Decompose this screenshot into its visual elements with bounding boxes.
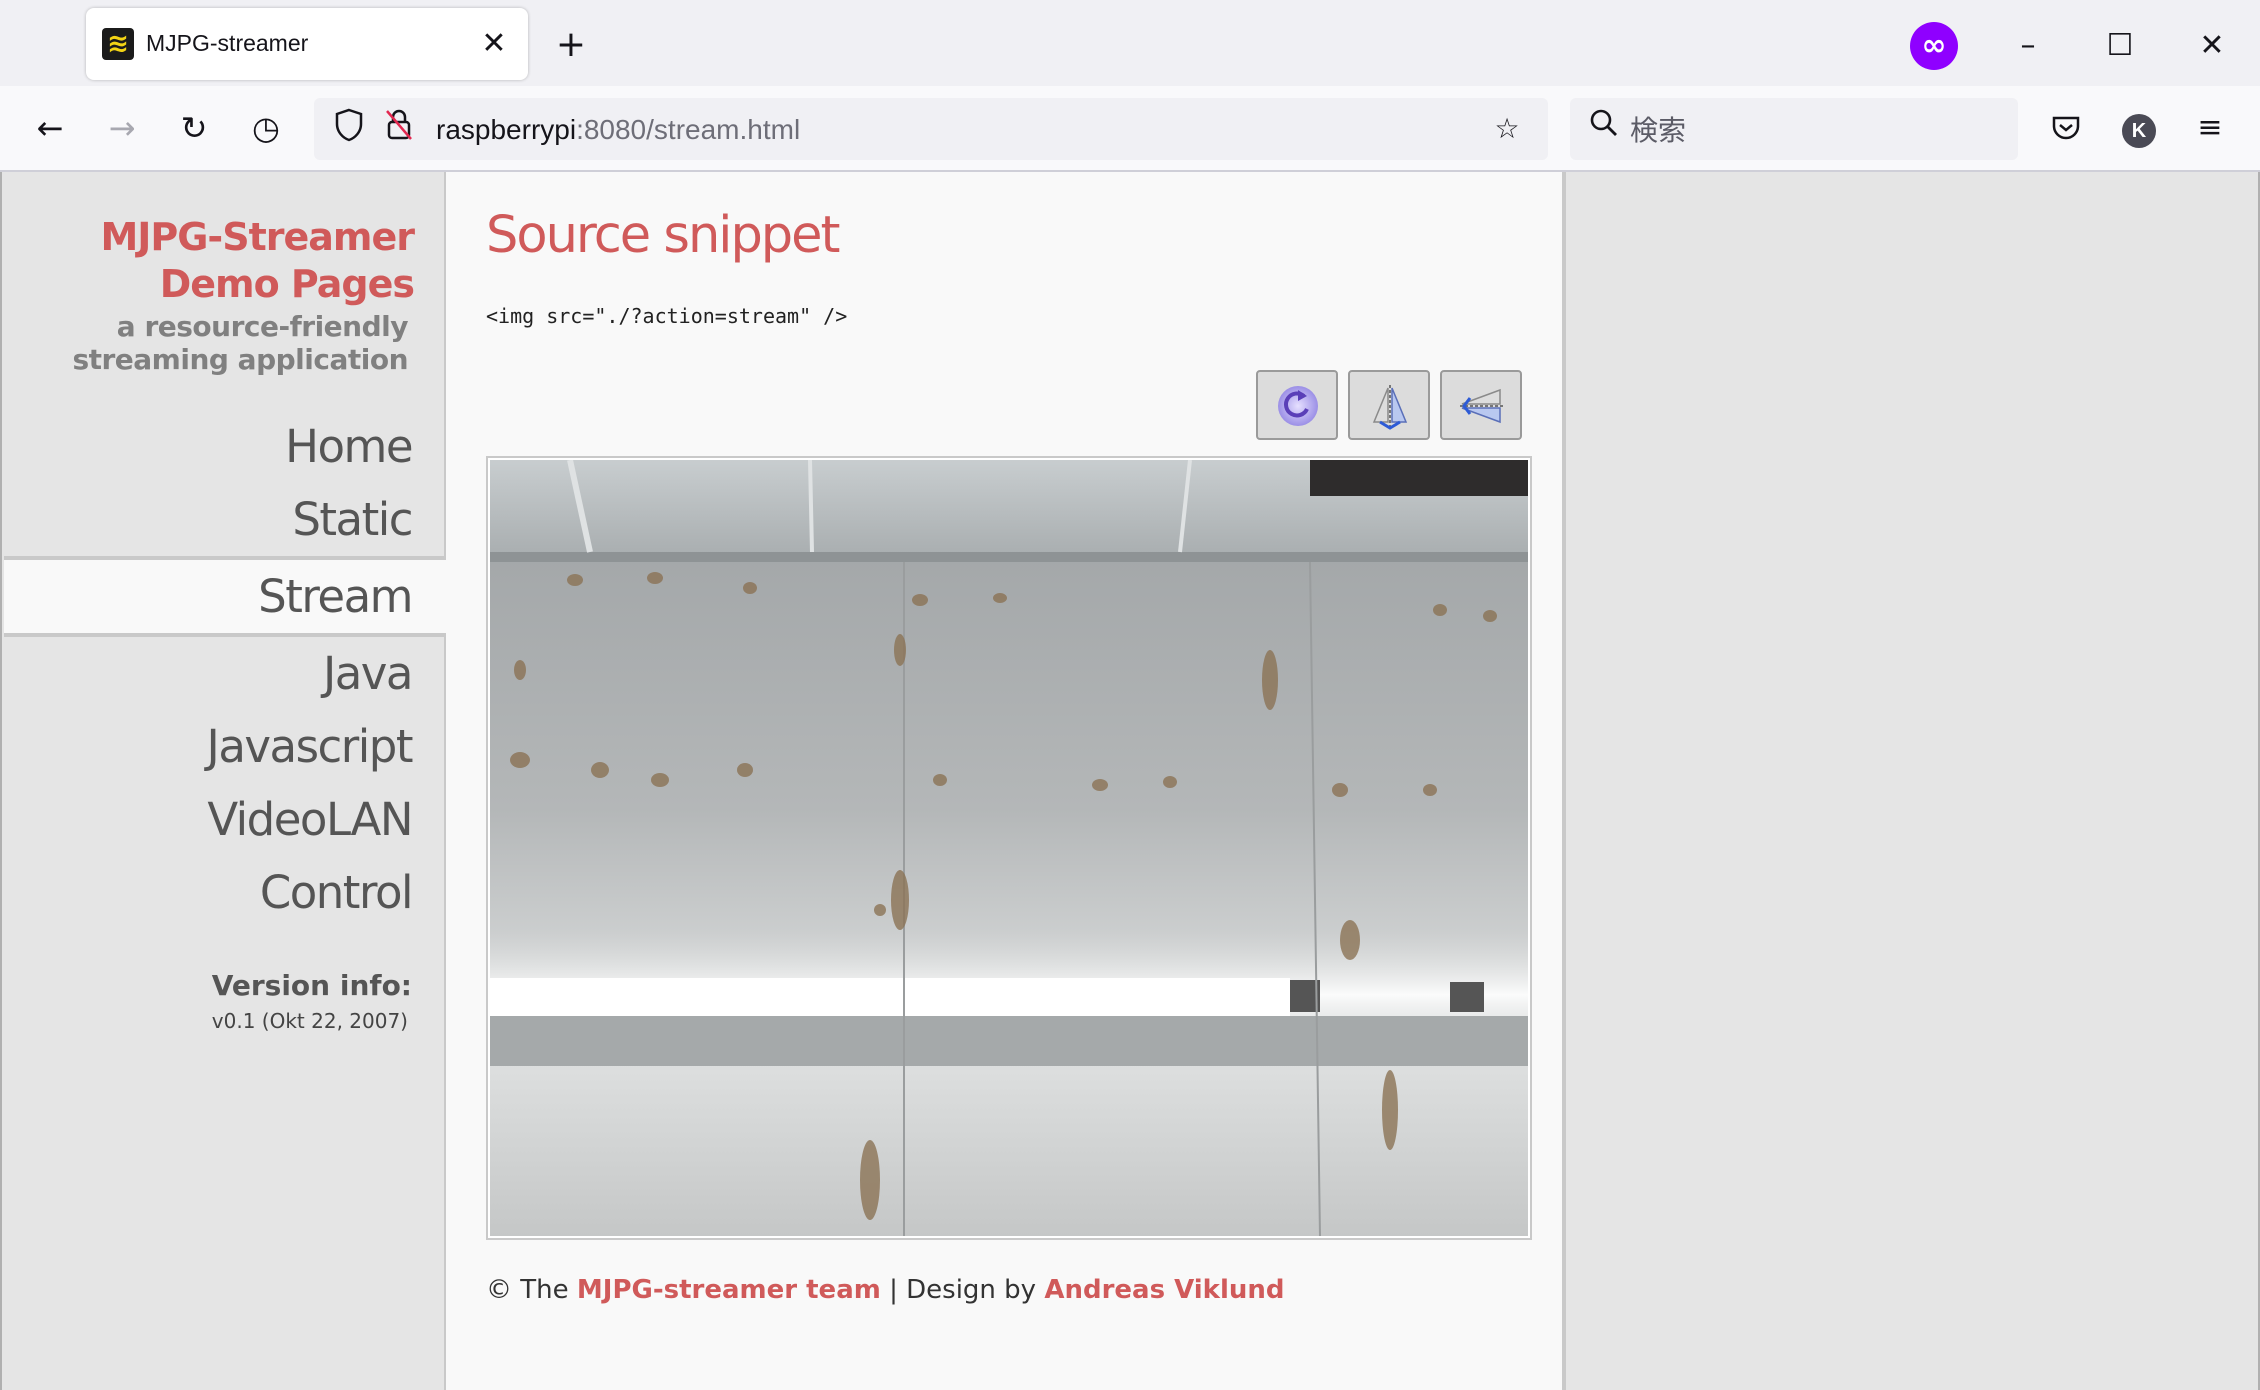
version-heading: Version info: [211, 969, 412, 1002]
url-text[interactable]: raspberrypi:8080/stream.html [436, 114, 800, 146]
flip-horizontal-icon [1460, 388, 1504, 424]
browser-tab[interactable]: ≋ MJPG-streamer ✕ [86, 8, 528, 80]
footer-prefix: © The [486, 1275, 577, 1305]
video-stream [486, 456, 1532, 1240]
hamburger-menu-icon: ≡ [2197, 110, 2223, 145]
account-avatar[interactable]: K [2122, 114, 2156, 148]
history-button[interactable]: ◷ [240, 102, 292, 154]
search-icon [1584, 108, 1624, 150]
back-arrow-icon: ← [36, 109, 64, 147]
mjpg-favicon-icon: ≋ [102, 28, 134, 60]
new-tab-button[interactable]: + [548, 22, 594, 68]
footer: © The MJPG-streamer team | Design by And… [486, 1272, 1285, 1308]
stream-image [490, 459, 1528, 1237]
url-path: :8080/stream.html [576, 114, 801, 145]
page-viewport: MJPG-Streamer Demo Pages a resource-frie… [0, 172, 2260, 1390]
sidebar: MJPG-Streamer Demo Pages a resource-frie… [4, 172, 448, 1390]
sidebar-menu: Home Static Stream Java Javascript Video… [4, 410, 448, 929]
minimize-button[interactable]: – [1998, 16, 2058, 76]
close-icon[interactable]: ✕ [472, 22, 516, 66]
navigation-toolbar: ← → ↻ ◷ raspberrypi:8080/stream.html ☆ ≡ [0, 86, 2260, 172]
window-close-button[interactable]: ✕ [2182, 16, 2242, 76]
clock-icon: ◷ [252, 109, 280, 147]
address-bar[interactable]: raspberrypi:8080/stream.html ☆ [314, 98, 1548, 160]
private-browsing-icon: ∞ [1910, 22, 1958, 70]
search-bar[interactable] [1570, 98, 2018, 160]
url-host: raspberrypi [436, 114, 577, 145]
back-button[interactable]: ← [24, 102, 76, 154]
tab-strip: ≋ MJPG-streamer ✕ + ∞ – ☐ ✕ [0, 0, 2260, 86]
search-input[interactable] [1628, 108, 2002, 152]
team-link[interactable]: MJPG-streamer team [577, 1275, 881, 1305]
footer-middle: | Design by [880, 1275, 1045, 1305]
sidebar-item-control[interactable]: Control [4, 856, 444, 929]
tagline-line2: streaming application [72, 343, 408, 376]
brand: MJPG-Streamer Demo Pages a resource-frie… [72, 214, 415, 376]
flip-horizontal-button[interactable] [1440, 370, 1522, 440]
sidebar-item-videolan[interactable]: VideoLAN [4, 783, 444, 856]
flip-vertical-button[interactable] [1348, 370, 1430, 440]
designer-link[interactable]: Andreas Viklund [1044, 1275, 1284, 1305]
sidebar-item-static[interactable]: Static [4, 483, 444, 556]
reload-icon: ↻ [180, 109, 208, 147]
shield-icon[interactable] [328, 108, 370, 150]
rotate-button[interactable] [1256, 370, 1338, 440]
pocket-icon [2052, 116, 2080, 140]
app-menu-button[interactable]: ≡ [2184, 102, 2236, 154]
page-title: Source snippet [486, 206, 841, 265]
insecure-lock-icon[interactable] [378, 108, 420, 150]
flip-vertical-icon [1372, 385, 1408, 430]
pocket-button[interactable] [2040, 102, 2092, 154]
rotate-icon [1278, 386, 1318, 426]
version-text: v0.1 (Okt 22, 2007) [211, 1009, 408, 1033]
plus-icon: + [555, 24, 587, 65]
sidebar-item-home[interactable]: Home [4, 410, 444, 483]
version-info: Version info: v0.1 (Okt 22, 2007) [212, 966, 412, 1036]
sidebar-item-javascript[interactable]: Javascript [4, 710, 444, 783]
tab-title: MJPG-streamer [146, 30, 309, 56]
forward-arrow-icon: → [108, 109, 136, 147]
forward-button[interactable]: → [96, 102, 148, 154]
main-content: Source snippet <img src="./?action=strea… [446, 172, 1566, 1390]
brand-title-line1[interactable]: MJPG-Streamer [72, 214, 415, 261]
tagline-line1: a resource-friendly [116, 310, 409, 343]
source-code-snippet: <img src="./?action=stream" /> [486, 304, 848, 328]
reload-button[interactable]: ↻ [168, 102, 220, 154]
sidebar-item-java[interactable]: Java [4, 637, 444, 710]
sidebar-item-stream[interactable]: Stream [4, 556, 448, 637]
brand-title-line2[interactable]: Demo Pages [72, 261, 415, 308]
star-icon[interactable]: ☆ [1486, 108, 1528, 150]
maximize-button[interactable]: ☐ [2090, 16, 2150, 76]
